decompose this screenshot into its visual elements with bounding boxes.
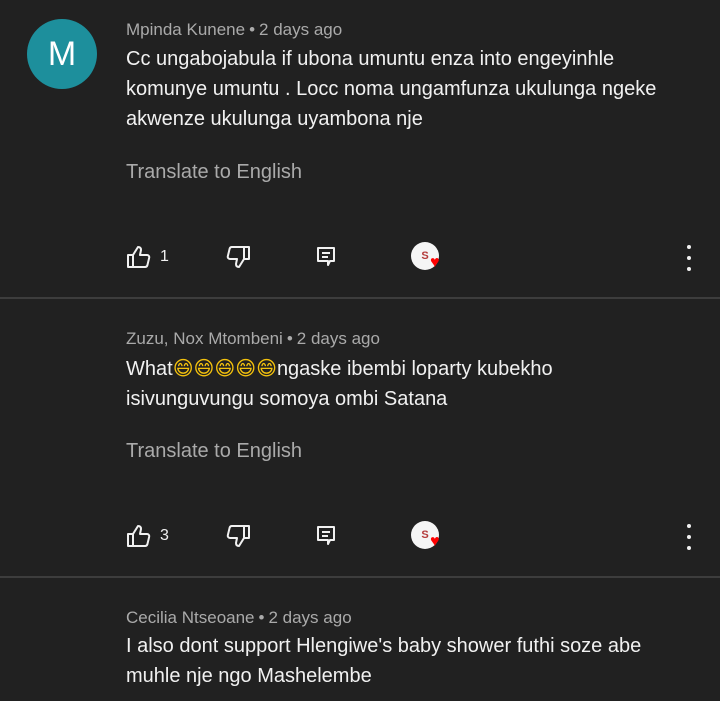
comment-text-segment: What — [126, 358, 173, 380]
thumb-up-icon — [126, 245, 152, 269]
author-name[interactable]: Mpinda Kunene — [126, 20, 245, 39]
author-name[interactable]: Zuzu, Nox Mtombeni — [126, 329, 283, 348]
timestamp: 2 days ago — [259, 20, 343, 39]
laughing-emoji-icon: 😄😄😄😄😄 — [172, 356, 277, 380]
translate-button[interactable]: Translate to English — [126, 440, 302, 463]
like-button[interactable]: 1 — [126, 245, 169, 269]
heart-icon: ♥ — [430, 254, 440, 271]
creator-heart-badge: S ♥ — [411, 521, 445, 551]
more-vert-icon — [687, 524, 691, 528]
translate-button[interactable]: Translate to English — [126, 161, 302, 184]
like-button[interactable]: 3 — [126, 524, 169, 548]
comment-text: I also dont support Hlengiwe's baby show… — [126, 631, 696, 691]
comment-meta: Mpinda Kunene • 2 days ago — [126, 20, 342, 40]
like-count: 3 — [160, 527, 169, 544]
timestamp: 2 days ago — [268, 608, 352, 627]
more-options-button[interactable] — [683, 245, 695, 271]
comment-line: Cc ungabojabula if ubona umuntu enza int… — [126, 48, 615, 70]
thumb-down-icon — [225, 245, 251, 269]
more-options-button[interactable] — [683, 524, 695, 550]
comment-line: akwenze ukulunga uyambona nje — [126, 108, 423, 130]
heart-icon: ♥ — [430, 533, 440, 550]
reply-button[interactable] — [316, 246, 336, 268]
comment-actions: 1 S ♥ — [0, 240, 720, 276]
meta-separator: • — [258, 608, 265, 627]
more-vert-icon — [687, 245, 691, 249]
reply-button[interactable] — [316, 525, 336, 547]
creator-logo-icon: S — [421, 250, 429, 262]
reply-icon — [316, 246, 336, 268]
creator-logo-icon: S — [421, 529, 429, 541]
comment-line: I also dont support Hlengiwe's baby show… — [126, 635, 642, 657]
comment-text: Cc ungabojabula if ubona umuntu enza int… — [126, 44, 696, 134]
author-name[interactable]: Cecilia Ntseoane — [126, 608, 255, 627]
avatar[interactable]: M — [27, 19, 97, 89]
thumb-up-icon — [126, 524, 152, 548]
like-count: 1 — [160, 248, 169, 265]
comment-meta: Zuzu, Nox Mtombeni • 2 days ago — [126, 329, 380, 349]
comment-actions: 3 S ♥ — [0, 519, 720, 555]
creator-heart-badge: S ♥ — [411, 242, 445, 272]
comment-line: isivunguvungu somoya ombi Satana — [126, 388, 448, 410]
comment-meta: Cecilia Ntseoane • 2 days ago — [126, 608, 352, 628]
meta-separator: • — [286, 329, 293, 348]
timestamp: 2 days ago — [296, 329, 380, 348]
meta-separator: • — [249, 20, 256, 39]
comment-text: What😄😄😄😄😄ngaske ibembi loparty kubekho i… — [126, 353, 696, 414]
dislike-button[interactable] — [225, 245, 251, 269]
comment-2: Zuzu, Nox Mtombeni • 2 days ago What😄😄😄😄😄n… — [0, 299, 720, 577]
comment-1: M Mpinda Kunene • 2 days ago Cc ungabojabu… — [0, 0, 720, 298]
comment-3: Cecilia Ntseoane • 2 days ago I also dont … — [0, 578, 720, 701]
comment-line: komunye umuntu . Locc noma ungamfunza uk… — [126, 78, 657, 100]
dislike-button[interactable] — [225, 524, 251, 548]
comment-text-segment: ngaske ibembi loparty kubekho — [276, 358, 553, 380]
thumb-down-icon — [225, 524, 251, 548]
reply-icon — [316, 525, 336, 547]
comment-line: What😄😄😄😄😄ngaske ibembi loparty kubekho — [126, 353, 696, 384]
comment-line: muhle nje ngo Mashelembe — [126, 665, 372, 687]
